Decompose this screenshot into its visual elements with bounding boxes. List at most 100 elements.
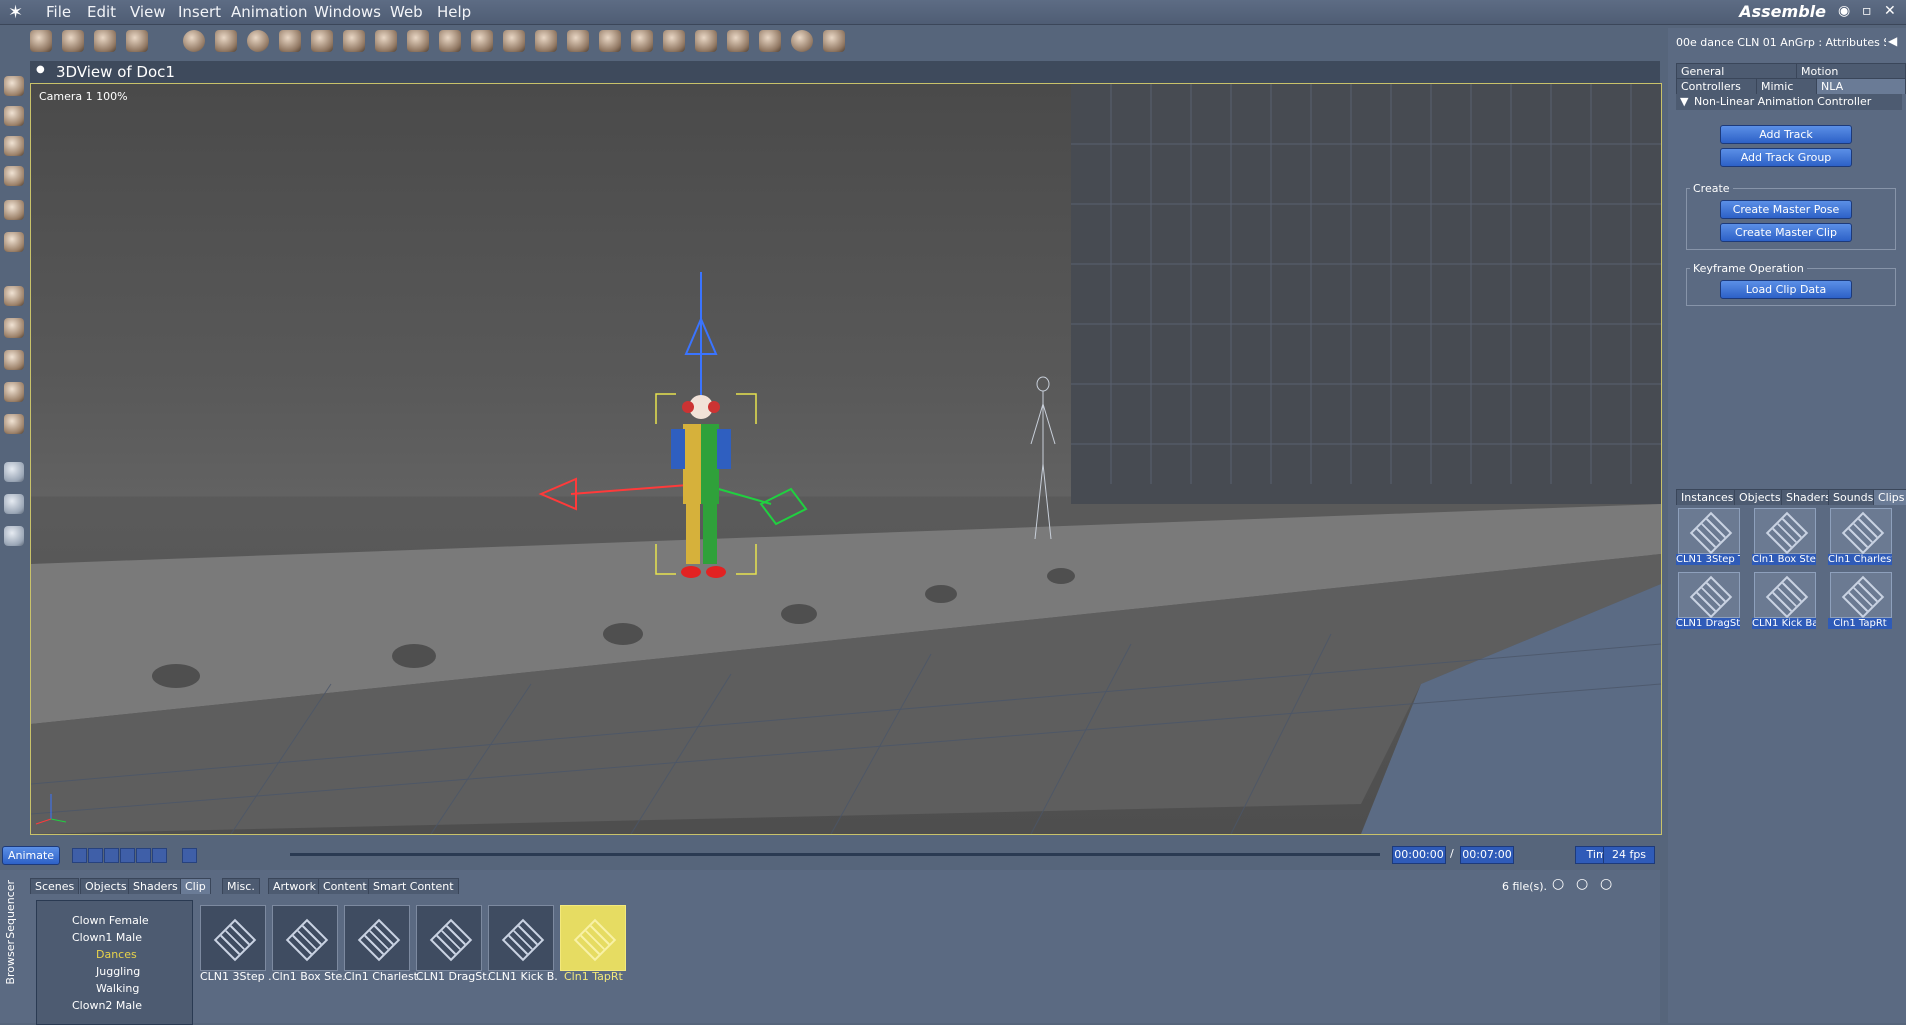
- paint-icon[interactable]: [4, 232, 24, 252]
- gear-icon[interactable]: [375, 30, 397, 52]
- box-icon[interactable]: [4, 414, 24, 434]
- tab-objects[interactable]: Objects: [1734, 489, 1786, 505]
- wand-icon[interactable]: [695, 30, 717, 52]
- play-icon[interactable]: [120, 848, 135, 863]
- target-icon[interactable]: [791, 30, 813, 52]
- hair-icon[interactable]: [727, 30, 749, 52]
- current-time-field[interactable]: 00:00:00: [1392, 846, 1446, 864]
- library-clip[interactable]: [1678, 508, 1740, 555]
- sphere-icon[interactable]: [183, 30, 205, 52]
- tab-general[interactable]: General: [1676, 63, 1806, 79]
- plane-icon[interactable]: [407, 30, 429, 52]
- visibility-icon[interactable]: ◉: [1838, 3, 1850, 19]
- load-clip-data-button[interactable]: Load Clip Data: [1720, 280, 1852, 299]
- collapse-triangle-icon[interactable]: ▼: [1680, 95, 1688, 108]
- skeleton-icon[interactable]: [759, 30, 781, 52]
- tab-smart-content[interactable]: Smart Content: [368, 878, 459, 894]
- tree-item-clown1-male[interactable]: Clown1 Male: [72, 931, 142, 944]
- section-header[interactable]: ▼ Non-Linear Animation Controller: [1676, 94, 1902, 110]
- timeline-slider[interactable]: [290, 853, 1380, 856]
- loop-icon[interactable]: [182, 848, 197, 863]
- restore-icon[interactable]: ▫: [1862, 3, 1872, 19]
- pen-tool-icon[interactable]: [94, 30, 116, 52]
- arrow-alt-icon[interactable]: [4, 106, 24, 126]
- tab-motion[interactable]: Motion: [1796, 63, 1906, 79]
- browser-clip[interactable]: [488, 905, 554, 971]
- globe-icon[interactable]: [247, 30, 269, 52]
- menu-edit[interactable]: Edit: [87, 3, 116, 21]
- view-mode-icon[interactable]: ○: [1552, 876, 1564, 892]
- app-logo-icon[interactable]: ✶: [8, 2, 34, 23]
- stick-icon[interactable]: [823, 30, 845, 52]
- tab-objects-browser[interactable]: Objects: [80, 878, 132, 894]
- 3d-text-icon[interactable]: [599, 30, 621, 52]
- browser-clip[interactable]: [272, 905, 338, 971]
- side-tab-browser[interactable]: Browser: [4, 940, 17, 985]
- scale-icon[interactable]: [4, 350, 24, 370]
- view-menu-icon[interactable]: ●: [36, 64, 45, 75]
- create-master-clip-button[interactable]: Create Master Clip: [1720, 223, 1852, 242]
- tree-icon[interactable]: [439, 30, 461, 52]
- tab-instances[interactable]: Instances: [1676, 489, 1739, 505]
- tab-misc[interactable]: Misc.: [222, 878, 260, 894]
- bowl-icon[interactable]: [631, 30, 653, 52]
- add-track-button[interactable]: Add Track: [1720, 125, 1852, 144]
- animate-button[interactable]: Animate: [2, 846, 60, 865]
- pan-hand-icon[interactable]: [4, 494, 24, 514]
- torus-icon[interactable]: [311, 30, 333, 52]
- tab-artwork[interactable]: Artwork: [268, 878, 321, 894]
- library-clip[interactable]: [1678, 572, 1740, 619]
- library-clip[interactable]: [1830, 572, 1892, 619]
- camera-label[interactable]: Camera 1 100%: [39, 90, 128, 103]
- move-plane-icon[interactable]: [4, 318, 24, 338]
- menu-help[interactable]: Help: [437, 3, 471, 21]
- tree-item-clown-female[interactable]: Clown Female: [72, 914, 149, 927]
- tab-content[interactable]: Content: [318, 878, 372, 894]
- library-clip[interactable]: [1754, 508, 1816, 555]
- tab-clips[interactable]: Clips: [1873, 489, 1906, 505]
- menu-animation[interactable]: Animation: [231, 3, 307, 21]
- menu-web[interactable]: Web: [390, 3, 423, 21]
- tree-item-dances[interactable]: Dances: [96, 948, 137, 961]
- add-track-group-button[interactable]: Add Track Group: [1720, 148, 1852, 167]
- view-mode-icon[interactable]: ○: [1600, 876, 1612, 892]
- side-tab-sequencer[interactable]: Sequencer: [4, 880, 17, 939]
- tree-item-juggling[interactable]: Juggling: [96, 965, 140, 978]
- select-tool-icon[interactable]: [30, 30, 52, 52]
- tab-nla[interactable]: NLA: [1816, 78, 1906, 94]
- brush-tool-icon[interactable]: [126, 30, 148, 52]
- menu-windows[interactable]: Windows: [314, 3, 381, 21]
- text-icon[interactable]: [343, 30, 365, 52]
- camera-icon[interactable]: [4, 462, 24, 482]
- magnifier-icon[interactable]: [4, 526, 24, 546]
- go-end-icon[interactable]: [152, 848, 167, 863]
- end-time-field[interactable]: 00:07:00: [1460, 846, 1514, 864]
- tab-controllers[interactable]: Controllers: [1676, 78, 1766, 94]
- browser-clip[interactable]: [344, 905, 410, 971]
- fps-select[interactable]: 24 fps: [1603, 846, 1655, 864]
- menu-view[interactable]: View: [130, 3, 166, 21]
- menu-insert[interactable]: Insert: [178, 3, 221, 21]
- tab-shaders-browser[interactable]: Shaders: [128, 878, 183, 894]
- hand-tool-icon[interactable]: [62, 30, 84, 52]
- knife-icon[interactable]: [4, 200, 24, 220]
- browser-clip[interactable]: [200, 905, 266, 971]
- plant-icon[interactable]: [567, 30, 589, 52]
- bone-icon[interactable]: [279, 30, 301, 52]
- browser-clip-selected[interactable]: [560, 905, 626, 971]
- panel-menu-icon[interactable]: ◀: [1888, 34, 1897, 48]
- prev-frame-icon[interactable]: [88, 848, 103, 863]
- close-icon[interactable]: ✕: [1884, 3, 1896, 19]
- rock-icon[interactable]: [535, 30, 557, 52]
- 3d-viewport[interactable]: Camera 1 100%: [30, 83, 1662, 835]
- terrain-icon[interactable]: [471, 30, 493, 52]
- room-label[interactable]: Assemble: [1739, 2, 1826, 21]
- browser-clip[interactable]: [416, 905, 482, 971]
- tab-scenes[interactable]: Scenes: [30, 878, 80, 894]
- next-frame-icon[interactable]: [136, 848, 151, 863]
- tab-clip[interactable]: Clip: [180, 878, 211, 894]
- menu-file[interactable]: File: [46, 3, 71, 21]
- move-icon[interactable]: [4, 286, 24, 306]
- go-start-icon[interactable]: [72, 848, 87, 863]
- twist-icon[interactable]: [4, 166, 24, 186]
